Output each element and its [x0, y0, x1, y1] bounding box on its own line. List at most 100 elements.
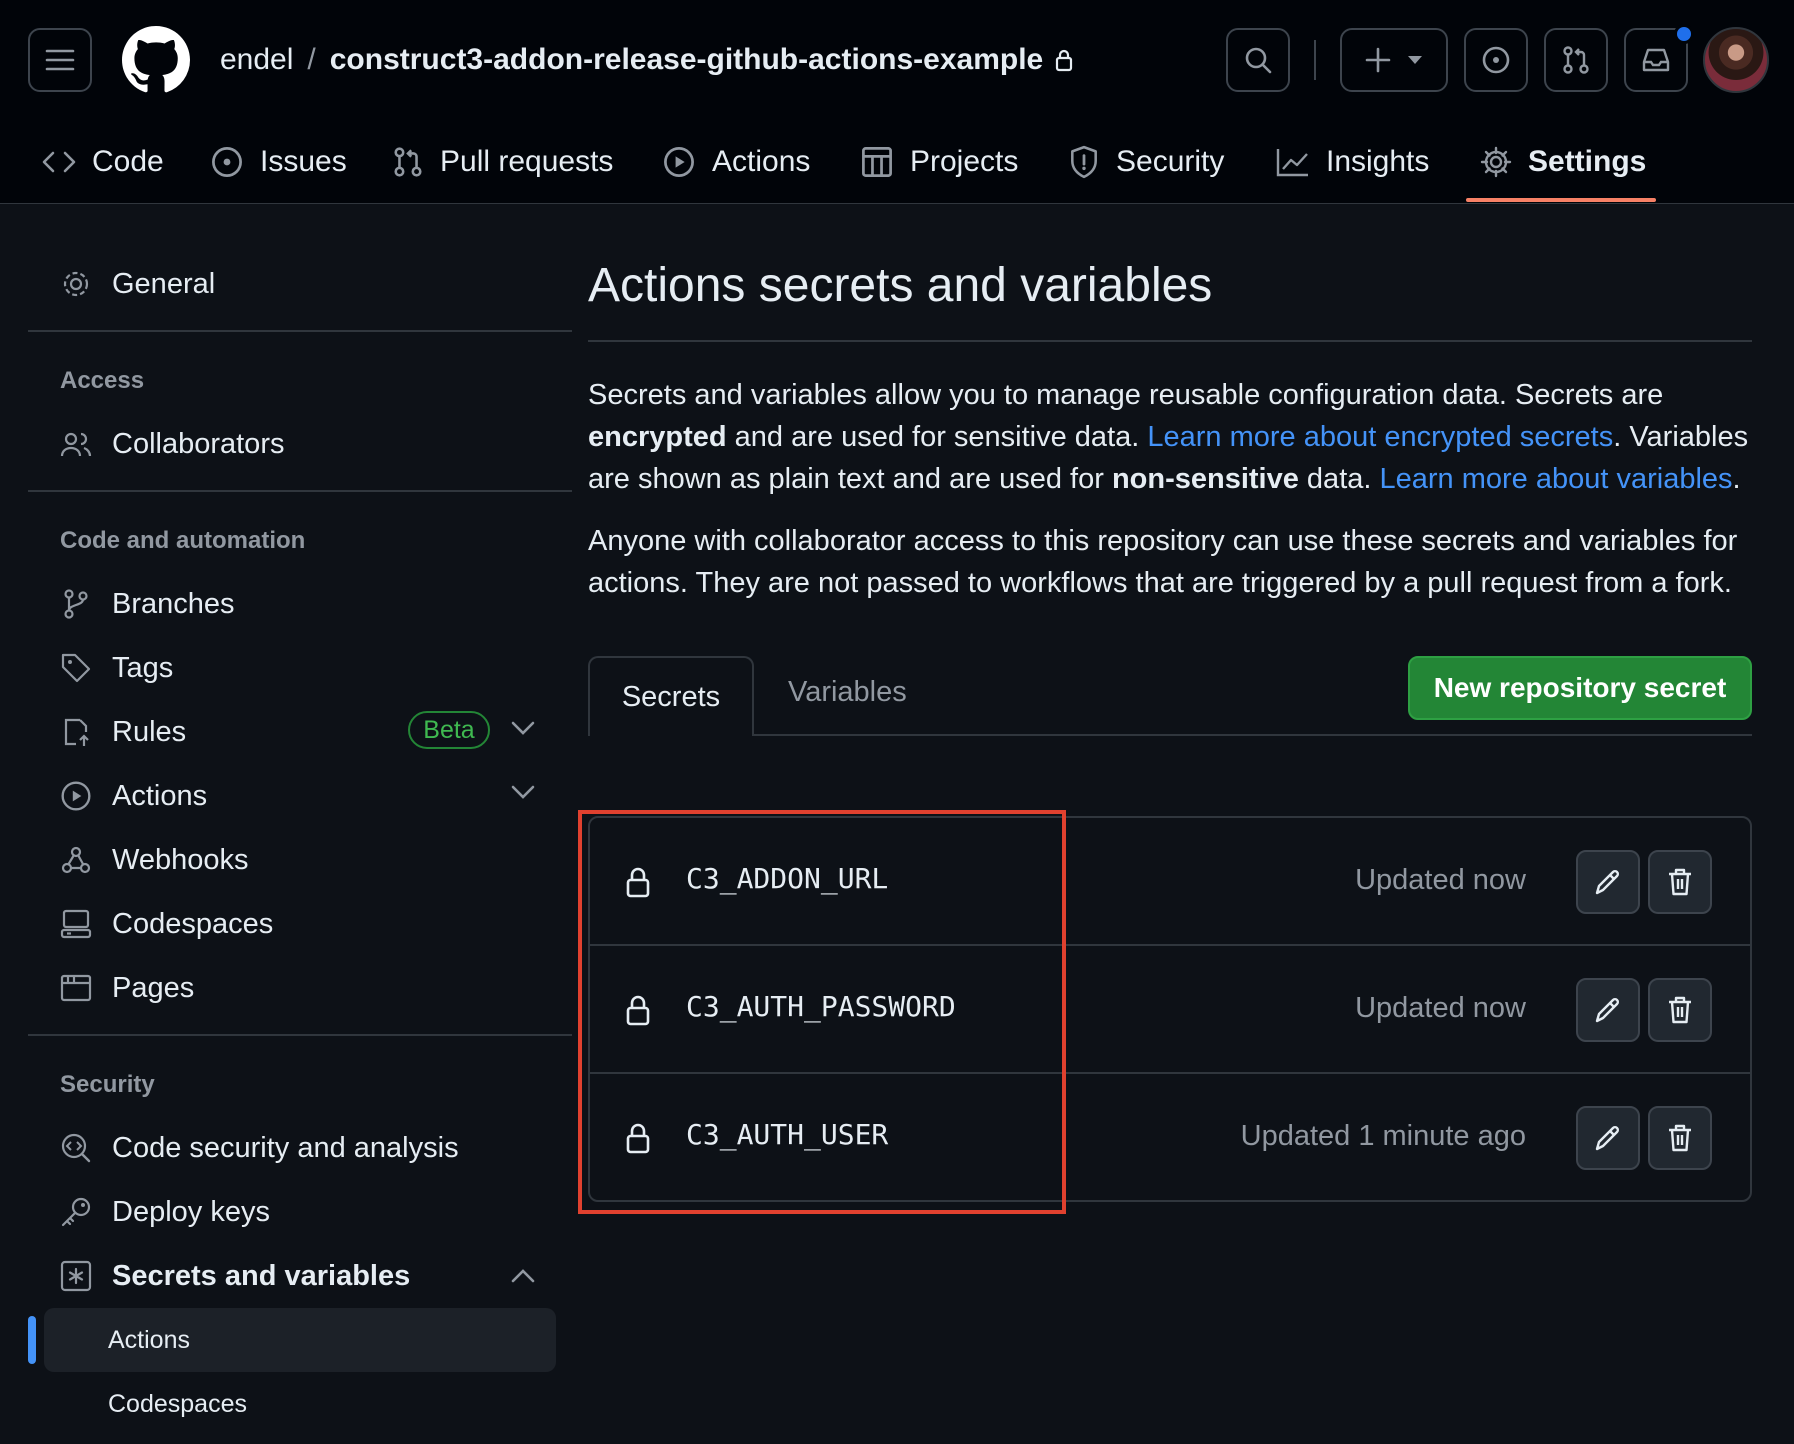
desc-bold-encrypted: encrypted — [588, 421, 727, 453]
gear-icon — [63, 271, 89, 297]
people-icon — [60, 432, 92, 457]
desc-bold-non-sensitive: non-sensitive — [1111, 463, 1299, 495]
sidebar-item-code-security[interactable]: Code security and analysis — [60, 1124, 459, 1172]
tab-projects[interactable]: Projects — [860, 120, 1018, 204]
pull-request-icon — [394, 147, 422, 177]
sidebar-item-collaborators-label: Collaborators — [112, 427, 285, 460]
table-icon — [862, 147, 892, 177]
sidebar-item-general-label: General — [112, 267, 216, 300]
tab-pull-requests[interactable]: Pull requests — [392, 120, 613, 204]
tab-insights-label: Insights — [1326, 145, 1430, 178]
tab-projects-label: Projects — [910, 145, 1019, 178]
breadcrumb-repo-link[interactable]: construct3-addon-release-github-actions-… — [330, 43, 1043, 77]
sidebar-item-secrets-variables[interactable]: Secrets and variables — [60, 1252, 410, 1300]
sidebar-item-code-security-label: Code security and analysis — [112, 1131, 459, 1164]
avatar[interactable] — [1703, 27, 1769, 93]
top-header: endel / construct3-addon-release-github-… — [0, 0, 1794, 204]
webhook-icon — [61, 846, 91, 874]
delete-secret-button[interactable] — [1648, 850, 1712, 914]
codescan-icon — [61, 1133, 91, 1163]
tab-settings-label: Settings — [1528, 145, 1647, 178]
pull-requests-button[interactable] — [1544, 28, 1608, 92]
chevron-down-icon[interactable] — [510, 784, 536, 800]
sidebar-item-secrets-variables-label: Secrets and variables — [112, 1259, 411, 1292]
inbox-icon — [1642, 48, 1670, 72]
access-paragraph: Anyone with collaborator access to this … — [588, 525, 1738, 599]
chevron-down-icon[interactable] — [510, 720, 536, 736]
private-lock-icon — [1055, 48, 1073, 72]
secret-updated: Updated now — [1355, 864, 1526, 896]
edit-secret-button[interactable] — [1576, 1106, 1640, 1170]
trash-icon — [1669, 1124, 1691, 1152]
sidebar-divider — [28, 490, 572, 492]
sidebar-item-pages-label: Pages — [112, 971, 195, 1004]
delete-secret-button[interactable] — [1648, 978, 1712, 1042]
github-logo-icon[interactable] — [122, 26, 190, 94]
desc-text: Secrets and variables allow you to manag… — [588, 379, 1664, 411]
pencil-icon — [1595, 869, 1620, 895]
issue-icon — [1482, 46, 1510, 74]
create-new-button[interactable] — [1340, 28, 1448, 92]
active-indicator — [28, 1316, 36, 1364]
sidebar-item-rules-label: Rules — [112, 715, 187, 748]
edit-secret-button[interactable] — [1576, 978, 1640, 1042]
tab-secrets[interactable]: Secrets — [588, 656, 754, 736]
sidebar-item-deploy-keys[interactable]: Deploy keys — [60, 1188, 270, 1236]
tab-insights[interactable]: Insights — [1276, 120, 1429, 204]
tab-code[interactable]: Code — [42, 120, 164, 204]
shield-icon — [1071, 145, 1097, 179]
play-icon — [664, 147, 694, 177]
tab-security[interactable]: Security — [1068, 120, 1224, 204]
tabbar-divider — [588, 734, 1752, 736]
tab-issues[interactable]: Issues — [210, 120, 347, 204]
sidebar-subitem-codespaces[interactable]: Codespaces — [108, 1390, 247, 1419]
search-icon — [1245, 47, 1272, 74]
sidebar-item-pages[interactable]: Pages — [60, 964, 194, 1012]
encrypted-secrets-link[interactable]: Learn more about encrypted secrets — [1147, 421, 1613, 453]
breadcrumb-owner-link[interactable]: endel — [220, 43, 293, 77]
sidebar-subitem-actions[interactable]: Actions — [108, 1326, 190, 1355]
sidebar-item-rules[interactable]: Rules — [60, 708, 186, 756]
sidebar-heading-security: Security — [60, 1071, 155, 1098]
code-icon — [42, 151, 76, 173]
delete-secret-button[interactable] — [1648, 1106, 1712, 1170]
edit-secret-button[interactable] — [1576, 850, 1640, 914]
sidebar-item-webhooks[interactable]: Webhooks — [60, 836, 249, 884]
tab-settings[interactable]: Settings — [1480, 120, 1646, 204]
sidebar-item-codespaces-label: Codespaces — [112, 907, 274, 940]
tab-variables[interactable]: Variables — [788, 676, 907, 709]
key-icon — [61, 1197, 91, 1227]
caret-down-icon — [1408, 56, 1422, 64]
sidebar-item-webhooks-label: Webhooks — [112, 843, 249, 876]
new-repository-secret-button[interactable]: New repository secret — [1408, 656, 1752, 720]
sidebar-item-actions-label: Actions — [112, 779, 208, 812]
sidebar-item-collaborators[interactable]: Collaborators — [60, 420, 284, 468]
tab-actions[interactable]: Actions — [662, 120, 810, 204]
sidebar-item-actions[interactable]: Actions — [60, 772, 207, 820]
pencil-icon — [1595, 1125, 1620, 1151]
sidebar-item-general[interactable]: General — [60, 260, 215, 308]
graph-icon — [1276, 149, 1308, 177]
issues-button[interactable] — [1464, 28, 1528, 92]
tab-code-label: Code — [92, 145, 164, 178]
issue-icon — [212, 147, 242, 177]
header-divider — [1314, 40, 1316, 80]
hamburger-icon — [45, 49, 75, 71]
sidebar-item-codespaces[interactable]: Codespaces — [60, 900, 273, 948]
sidebar-item-branches-label: Branches — [112, 587, 235, 620]
title-divider — [588, 340, 1752, 342]
breadcrumb: endel / construct3-addon-release-github-… — [220, 38, 1073, 82]
tag-icon — [61, 653, 91, 683]
beta-badge: Beta — [408, 711, 490, 749]
variables-link[interactable]: Learn more about variables — [1380, 463, 1733, 495]
breadcrumb-separator: / — [307, 43, 316, 76]
menu-button[interactable] — [28, 28, 92, 92]
sidebar-item-tags[interactable]: Tags — [60, 644, 173, 692]
search-button[interactable] — [1226, 28, 1290, 92]
sidebar-item-branches[interactable]: Branches — [60, 580, 235, 628]
tab-issues-label: Issues — [260, 145, 347, 178]
sidebar-heading-code-automation: Code and automation — [60, 527, 306, 554]
sidebar-divider — [28, 1034, 572, 1036]
secret-updated: Updated 1 minute ago — [1240, 1120, 1526, 1152]
chevron-up-icon[interactable] — [510, 1268, 536, 1284]
